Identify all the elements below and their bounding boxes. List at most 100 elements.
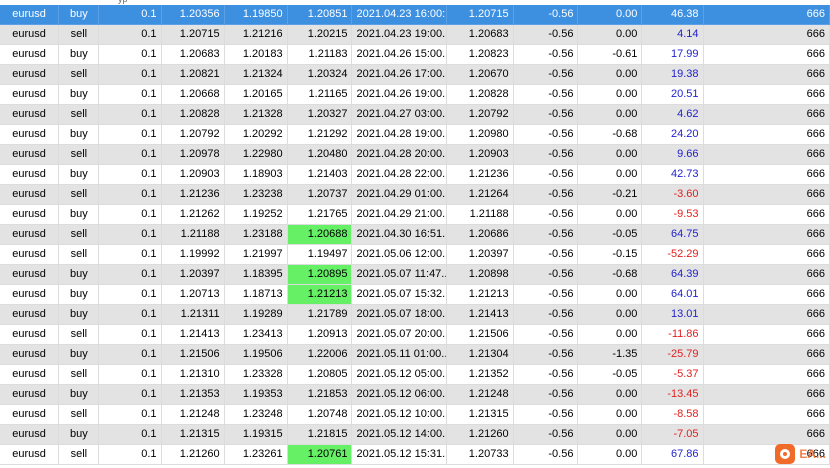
open-price-cell: 1.20683 bbox=[161, 45, 225, 65]
symbol-cell: eurusd bbox=[0, 45, 60, 65]
table-row[interactable]: eurusd buy 0.1 1.20713 1.18713 1.21213 2021.05… bbox=[0, 285, 830, 305]
take-profit-cell: 1.21183 bbox=[287, 45, 353, 65]
table-row[interactable]: eurusd sell 0.1 1.20715 1.21216 1.20215 2021.0… bbox=[0, 25, 830, 45]
table-row[interactable]: eurusd buy 0.1 1.20792 1.20292 1.21292 2021.04… bbox=[0, 125, 830, 145]
take-profit-cell: 1.20215 bbox=[287, 25, 353, 45]
volume-cell: 0.1 bbox=[99, 105, 162, 125]
profit-cell: 64.75 bbox=[642, 225, 704, 245]
table-row[interactable]: eurusd buy 0.1 1.21506 1.19506 1.22006 2021.05… bbox=[0, 345, 830, 365]
table-row[interactable]: eurusd buy 0.1 1.21262 1.19252 1.21765 2021.04… bbox=[0, 205, 830, 225]
take-profit-cell: 1.20737 bbox=[287, 185, 353, 205]
type-cell: buy bbox=[59, 265, 100, 285]
profit-cell: 17.99 bbox=[642, 45, 704, 65]
volume-cell: 0.1 bbox=[99, 325, 162, 345]
profit-cell: 64.39 bbox=[642, 265, 704, 285]
stop-loss-cell: 1.19506 bbox=[224, 345, 288, 365]
swap-cell: 0.00 bbox=[578, 25, 643, 45]
symbol-cell: eurusd bbox=[0, 85, 60, 105]
table-row[interactable]: eurusd sell 0.1 1.21188 1.23188 1.20688 2021.0… bbox=[0, 225, 830, 245]
type-cell: buy bbox=[59, 305, 100, 325]
profit-cell: 9.66 bbox=[642, 145, 704, 165]
table-row[interactable]: eurusd buy 0.1 1.20683 1.20183 1.21183 2021.04… bbox=[0, 45, 830, 65]
symbol-cell: eurusd bbox=[0, 5, 60, 25]
time-cell: 2021.04.23 16:00:... bbox=[352, 5, 447, 25]
commission-cell: -0.56 bbox=[513, 425, 579, 445]
type-cell: sell bbox=[59, 145, 100, 165]
table-row[interactable]: eurusd buy 0.1 1.21353 1.19353 1.21853 2021.05… bbox=[0, 385, 830, 405]
table-row[interactable]: eurusd buy 0.1 1.21315 1.19315 1.21815 2021.05… bbox=[0, 425, 830, 445]
symbol-cell: eurusd bbox=[0, 145, 60, 165]
table-row[interactable]: eurusd sell 0.1 1.21413 1.23413 1.20913 2021.0… bbox=[0, 325, 830, 345]
table-row[interactable]: eurusd buy 0.1 1.20903 1.18903 1.21403 2021.04… bbox=[0, 165, 830, 185]
type-cell: sell bbox=[59, 445, 100, 465]
type-cell: sell bbox=[59, 105, 100, 125]
time-cell: 2021.04.26 19:00... bbox=[352, 85, 447, 105]
time-cell: 2021.05.12 14:00... bbox=[352, 425, 447, 445]
time-cell: 2021.04.29 01:00... bbox=[352, 185, 447, 205]
profit-cell: 4.14 bbox=[642, 25, 704, 45]
table-row[interactable]: eurusd buy 0.1 1.21311 1.19289 1.21789 2021.05… bbox=[0, 305, 830, 325]
stop-loss-cell: 1.21324 bbox=[224, 65, 288, 85]
table-row[interactable]: eurusd buy 0.1 1.20356 1.19850 1.20851 2021.04… bbox=[0, 5, 830, 25]
table-row[interactable]: eurusd sell 0.1 1.21248 1.23248 1.20748 2021.0… bbox=[0, 405, 830, 425]
time-cell: 2021.05.06 12:00... bbox=[352, 245, 447, 265]
table-row[interactable]: eurusd buy 0.1 1.20397 1.18395 1.20895 2021.05… bbox=[0, 265, 830, 285]
type-cell: buy bbox=[59, 425, 100, 445]
current-price-cell: 1.20828 bbox=[446, 85, 514, 105]
volume-cell: 0.1 bbox=[99, 65, 162, 85]
time-cell: 2021.04.28 19:00... bbox=[352, 125, 447, 145]
commission-cell: -0.56 bbox=[513, 185, 579, 205]
commission-cell: -0.56 bbox=[513, 205, 579, 225]
table-row[interactable]: eurusd sell 0.1 1.19992 1.21997 1.19497 2021.0… bbox=[0, 245, 830, 265]
table-row[interactable]: eurusd sell 0.1 1.21260 1.23261 1.20761 2021.0… bbox=[0, 445, 830, 465]
table-row[interactable]: eurusd sell 0.1 1.20828 1.21328 1.20327 2021.0… bbox=[0, 105, 830, 125]
symbol-cell: eurusd bbox=[0, 65, 60, 85]
time-cell: 2021.05.11 01:00... bbox=[352, 345, 447, 365]
stop-loss-cell: 1.23261 bbox=[224, 445, 288, 465]
current-price-cell: 1.21506 bbox=[446, 325, 514, 345]
watermark-logo-icon bbox=[775, 444, 796, 464]
symbol-cell: eurusd bbox=[0, 345, 60, 365]
volume-cell: 0.1 bbox=[99, 25, 162, 45]
open-price-cell: 1.20792 bbox=[161, 125, 225, 145]
profit-cell: 46.38 bbox=[642, 5, 704, 25]
current-price-cell: 1.20898 bbox=[446, 265, 514, 285]
table-row[interactable]: eurusd sell 0.1 1.21310 1.23328 1.20805 2021.0… bbox=[0, 365, 830, 385]
stop-loss-cell: 1.20292 bbox=[224, 125, 288, 145]
stop-loss-cell: 1.18713 bbox=[224, 285, 288, 305]
current-price-cell: 1.20715 bbox=[446, 5, 514, 25]
table-row[interactable]: eurusd sell 0.1 1.21236 1.23238 1.20737 2021.0… bbox=[0, 185, 830, 205]
swap-cell: 0.00 bbox=[578, 325, 643, 345]
type-cell: sell bbox=[59, 65, 100, 85]
stop-loss-cell: 1.19289 bbox=[224, 305, 288, 325]
symbol-cell: eurusd bbox=[0, 25, 60, 45]
open-price-cell: 1.20821 bbox=[161, 65, 225, 85]
stop-loss-cell: 1.23413 bbox=[224, 325, 288, 345]
take-profit-cell: 1.20480 bbox=[287, 145, 353, 165]
commission-cell: -0.56 bbox=[513, 285, 579, 305]
magic-cell: 666 bbox=[703, 305, 830, 325]
open-price-cell: 1.21262 bbox=[161, 205, 225, 225]
swap-cell: 0.00 bbox=[578, 85, 643, 105]
take-profit-cell: 1.21853 bbox=[287, 385, 353, 405]
commission-cell: -0.56 bbox=[513, 105, 579, 125]
profit-cell: 42.73 bbox=[642, 165, 704, 185]
table-row[interactable]: eurusd sell 0.1 1.20821 1.21324 1.20324 2021.0… bbox=[0, 65, 830, 85]
table-row[interactable]: eurusd sell 0.1 1.20978 1.22980 1.20480 2021.0… bbox=[0, 145, 830, 165]
table-row[interactable]: eurusd buy 0.1 1.20668 1.20165 1.21165 2021.04… bbox=[0, 85, 830, 105]
open-price-cell: 1.20715 bbox=[161, 25, 225, 45]
type-cell: sell bbox=[59, 405, 100, 425]
type-cell: sell bbox=[59, 365, 100, 385]
orders-table: eurusd buy 0.1 1.20356 1.19850 1.20851 2021.04… bbox=[0, 5, 830, 465]
magic-cell: 666 bbox=[703, 225, 830, 245]
type-cell: buy bbox=[59, 5, 100, 25]
symbol-cell: eurusd bbox=[0, 365, 60, 385]
swap-cell: 0.00 bbox=[578, 305, 643, 325]
stop-loss-cell: 1.23188 bbox=[224, 225, 288, 245]
column-header-fragment: yp bbox=[118, 0, 128, 4]
time-cell: 2021.05.12 06:00... bbox=[352, 385, 447, 405]
time-cell: 2021.04.23 19:00... bbox=[352, 25, 447, 45]
magic-cell: 666 bbox=[703, 165, 830, 185]
open-price-cell: 1.21506 bbox=[161, 345, 225, 365]
profit-cell: -5.37 bbox=[642, 365, 704, 385]
